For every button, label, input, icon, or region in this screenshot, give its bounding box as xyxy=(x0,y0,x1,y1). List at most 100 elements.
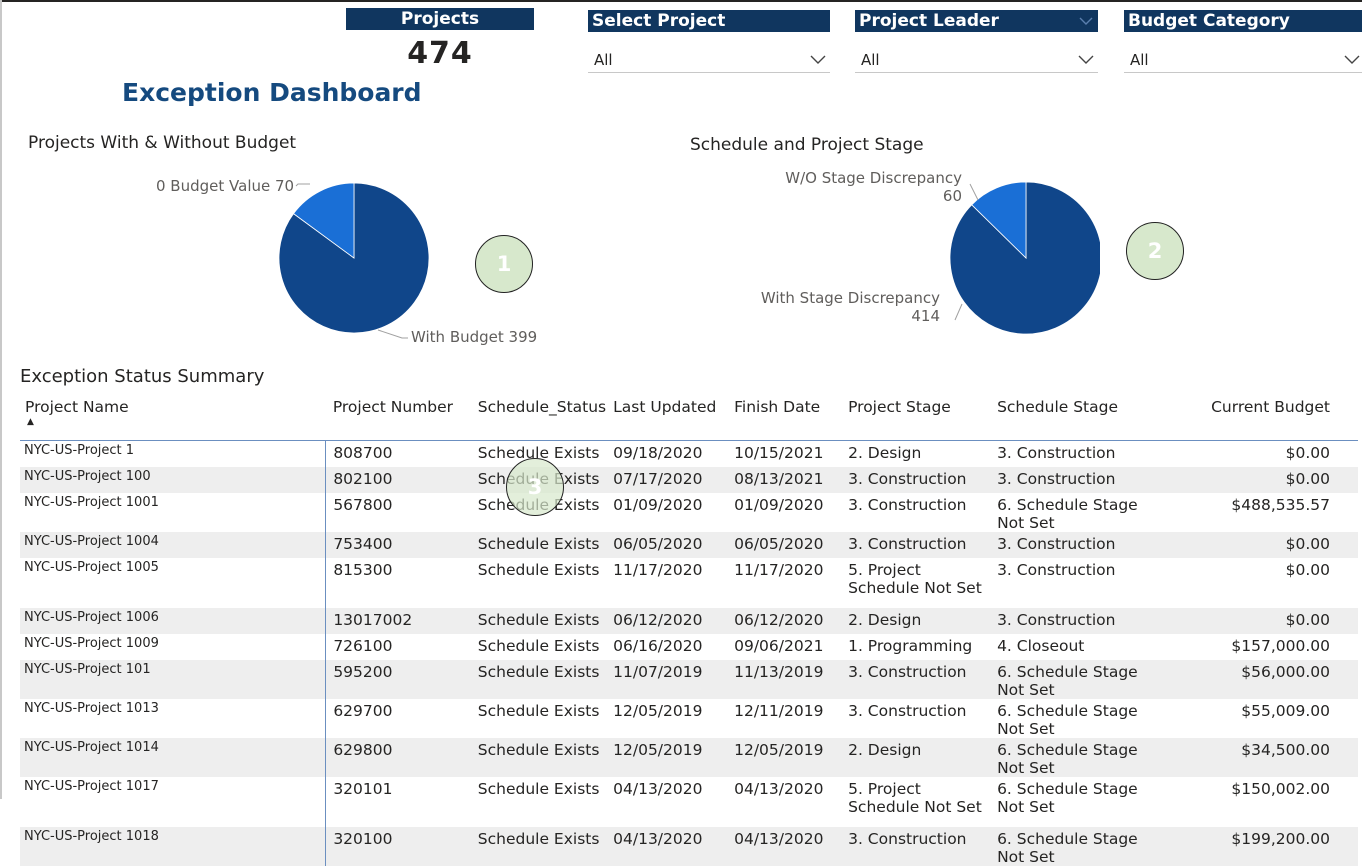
table-row[interactable]: NYC-US-Project 1013 629700 Schedule Exists… xyxy=(20,698,1358,738)
select-project-header: Select Project xyxy=(588,10,830,32)
sort-ascending-icon: ▲ xyxy=(27,417,34,427)
table-cell-project-name: NYC-US-Project 1006 xyxy=(20,607,327,634)
table-cell-finish-date: 11/17/2020 xyxy=(734,560,824,579)
table-cell-schedule-stage: 3. Construction xyxy=(997,534,1116,553)
table-cell-finish-date: 06/05/2020 xyxy=(734,534,824,553)
table-cell-last-updated: 04/13/2020 xyxy=(613,829,703,848)
top-border xyxy=(0,0,1362,2)
table-cell-current-budget: $0.00 xyxy=(1285,560,1330,579)
pie-label-wo-discrepancy-value: 60 xyxy=(942,187,962,205)
table-row[interactable]: NYC-US-Project 1006 13017002 Schedule Exis… xyxy=(20,607,1358,634)
table-cell-schedule-status: Schedule Exists xyxy=(477,701,600,720)
column-header-schedule-status[interactable]: Schedule_Status xyxy=(471,393,606,441)
chart-title-budget: Projects With & Without Budget xyxy=(28,133,297,153)
table-cell-last-updated: 09/18/2020 xyxy=(613,444,703,462)
table-row[interactable]: NYC-US-Project 100802100Schedule Exists0… xyxy=(20,466,1358,493)
left-border xyxy=(0,0,2,799)
table-cell-project-number: 808700 xyxy=(333,444,393,462)
table-cell-current-budget: $150,002.00 xyxy=(1231,779,1330,798)
table-cell-last-updated: 04/13/2020 xyxy=(613,779,703,798)
table-title: Exception Status Summary xyxy=(20,366,265,387)
project-leader-dropdown[interactable]: All xyxy=(855,45,1098,73)
table-row[interactable]: NYC-US-Project 1017 320101 Schedule Exists… xyxy=(20,776,1358,827)
budget-category-dropdown[interactable]: All xyxy=(1124,45,1362,73)
table-cell-schedule-stage: 6. Schedule Stage Not Set xyxy=(997,779,1138,816)
table-cell-project-stage: 3. Construction xyxy=(848,701,967,720)
select-project-dropdown[interactable]: All xyxy=(588,45,830,73)
project-leader-value: All xyxy=(861,51,880,69)
table-cell-schedule-stage: 4. Closeout xyxy=(997,636,1085,655)
pie-label-with-discrepancy: With Stage Discrepancy 414 xyxy=(742,289,940,325)
table-cell-project-number: 13017002 xyxy=(333,610,413,629)
table-cell-project-name: NYC-US-Project 1009 xyxy=(20,633,327,660)
table-cell-current-budget: $157,000.00 xyxy=(1231,636,1330,655)
column-header-project-name[interactable]: Project Name ▲ xyxy=(20,393,326,441)
column-header-project-stage[interactable]: Project Stage xyxy=(841,393,990,441)
pie-label-wo-discrepancy-name: W/O Stage Discrepancy xyxy=(785,169,962,187)
budget-category-header: Budget Category xyxy=(1124,10,1362,32)
table-cell-project-name: NYC-US-Project 1018 xyxy=(20,826,327,866)
table-cell-schedule-status: Schedule Exists xyxy=(477,560,600,579)
table-cell-project-number: 802100 xyxy=(333,469,393,488)
chevron-down-icon xyxy=(1078,10,1094,32)
table-cell-schedule-stage: 6. Schedule Stage Not Set xyxy=(997,701,1138,738)
pie-label-with-discrepancy-name: With Stage Discrepancy xyxy=(760,289,940,307)
table-cell-finish-date: 01/09/2020 xyxy=(734,495,824,514)
table-cell-project-stage: 3. Construction xyxy=(848,495,967,514)
pie-label-with-budget: With Budget 399 xyxy=(411,328,538,346)
table-cell-project-name: NYC-US-Project 101 xyxy=(20,659,327,699)
table-cell-finish-date: 06/12/2020 xyxy=(734,610,824,629)
table-cell-schedule-stage: 3. Construction xyxy=(997,444,1116,462)
table-cell-last-updated: 06/05/2020 xyxy=(613,534,703,553)
table-row[interactable]: NYC-US-Project 1018 320100 Schedule Exists… xyxy=(20,826,1358,866)
table-row[interactable]: NYC-US-Project 1 808700 Schedule Exists 09/… xyxy=(20,440,1358,467)
table-cell-schedule-status: Schedule Exists xyxy=(477,779,600,798)
table-cell-project-name: NYC-US-Project 100 xyxy=(20,466,327,493)
table-row[interactable]: NYC-US-Project 1005 815300 Schedule Exists… xyxy=(20,557,1358,608)
table-cell-project-number: 815300 xyxy=(333,560,393,579)
table-cell-project-number: 753400 xyxy=(333,534,393,553)
table-cell-project-name: NYC-US-Project 1 xyxy=(20,440,327,467)
table-cell-current-budget: $0.00 xyxy=(1285,469,1330,488)
table-row[interactable]: NYC-US-Project 1014 629800 Schedule Exists… xyxy=(20,737,1358,777)
table-cell-schedule-stage: 6. Schedule Stage Not Set xyxy=(997,740,1138,777)
table-row[interactable]: NYC-US-Project 1009 726100 Schedule Exists… xyxy=(20,633,1358,660)
table-cell-finish-date: 10/15/2021 xyxy=(734,444,824,462)
table-cell-current-budget: $56,000.00 xyxy=(1241,662,1330,681)
table-cell-last-updated: 06/12/2020 xyxy=(613,610,703,629)
table-header-row: Project Name ▲ Project Number Schedule_St… xyxy=(20,393,1358,441)
table-cell-schedule-status: Schedule Exists xyxy=(477,740,600,759)
column-header-last-updated[interactable]: Last Updated xyxy=(606,393,727,441)
chevron-down-icon xyxy=(810,45,826,73)
pie-label-with-discrepancy-value: 414 xyxy=(911,307,940,325)
dashboard-title: Exception Dashboard xyxy=(122,78,422,107)
pie-label-wo-discrepancy: W/O Stage Discrepancy 60 xyxy=(782,169,962,205)
project-leader-header: Project Leader xyxy=(855,10,1098,32)
table-cell-finish-date: 08/13/2021 xyxy=(734,469,824,488)
column-header-schedule-stage[interactable]: Schedule Stage xyxy=(990,393,1168,441)
table-row[interactable]: NYC-US-Project 1001567800Schedule Exists… xyxy=(20,492,1358,532)
table-cell-schedule-stage: 3. Construction xyxy=(997,610,1116,629)
callout-marker-3: 3 xyxy=(506,458,564,516)
table-row[interactable]: NYC-US-Project 1004 753400 Schedule Exists… xyxy=(20,531,1358,558)
table-row[interactable]: NYC-US-Project 101 595200 Schedule Exists 1… xyxy=(20,659,1358,699)
table-cell-current-budget: $0.00 xyxy=(1285,610,1330,629)
table-cell-schedule-status: Schedule Exists xyxy=(477,636,600,655)
table-cell-project-name: NYC-US-Project 1014 xyxy=(20,737,327,777)
table-cell-last-updated: 12/05/2019 xyxy=(613,701,703,720)
table-cell-project-name: NYC-US-Project 1013 xyxy=(20,698,327,738)
table-cell-schedule-stage: 3. Construction xyxy=(997,560,1116,579)
table-cell-project-stage: 3. Construction xyxy=(848,662,967,681)
table-cell-project-stage: 3. Construction xyxy=(848,469,967,488)
table-cell-finish-date: 11/13/2019 xyxy=(734,662,824,681)
table-cell-current-budget: $55,009.00 xyxy=(1241,701,1330,720)
table-cell-schedule-status: Schedule Exists xyxy=(477,829,600,848)
project-leader-label: Project Leader xyxy=(859,11,999,31)
column-header-current-budget[interactable]: Current Budget xyxy=(1168,393,1358,441)
column-header-project-number[interactable]: Project Number xyxy=(326,393,471,441)
table-cell-current-budget: $0.00 xyxy=(1285,444,1330,462)
column-header-finish-date[interactable]: Finish Date xyxy=(727,393,841,441)
table-cell-finish-date: 09/06/2021 xyxy=(734,636,824,655)
exception-table: Project Name ▲ Project Number Schedule_St… xyxy=(20,393,1358,866)
table-cell-project-stage: 2. Design xyxy=(848,740,922,759)
